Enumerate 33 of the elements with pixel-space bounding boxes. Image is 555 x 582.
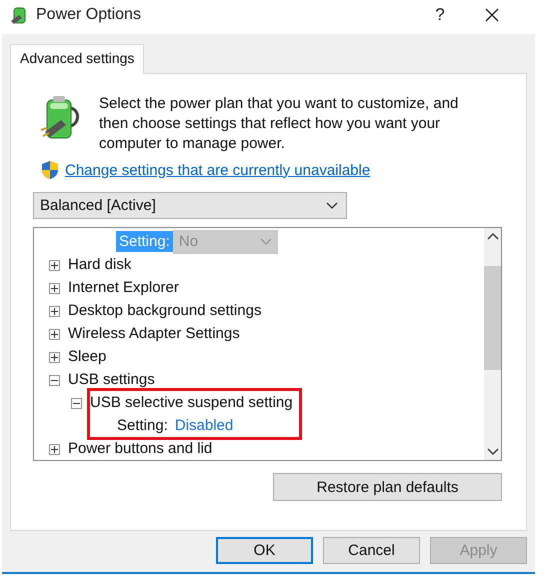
dialog-button[interactable]: Cancel (323, 537, 420, 564)
collapse-icon[interactable] (49, 375, 60, 386)
expand-icon[interactable] (49, 260, 60, 271)
dialog-button[interactable]: OK (216, 537, 313, 564)
expand-icon[interactable] (49, 306, 60, 317)
tree-item[interactable]: USB settings (68, 370, 302, 389)
tab[interactable]: Advanced settings (10, 44, 144, 74)
tree-item[interactable]: Power buttons and lid (68, 439, 212, 458)
plan-dropdown[interactable]: Balanced [Active] (33, 192, 347, 219)
tree-item[interactable]: Hard disk (68, 255, 132, 274)
chevron-down-icon (260, 238, 272, 246)
shield-icon (41, 160, 59, 180)
tree-item[interactable]: Desktop background settings (68, 301, 262, 320)
intro-text: Select the power plan that you want to customize, and then choose settings that reflect how you want your computer to manage power. (99, 94, 460, 154)
setting-label: Setting: (116, 231, 173, 252)
window-title: Power Options (36, 6, 142, 24)
tree-item[interactable]: Wireless Adapter Settings (68, 324, 240, 343)
change-settings-link[interactable]: Change settings that are currently unavailable (65, 162, 370, 178)
tree-item[interactable]: Sleep (68, 347, 106, 366)
expand-icon[interactable] (49, 329, 60, 340)
setting-label: Setting: (116, 416, 169, 436)
tree-item[interactable]: USB selective suspend setting (90, 393, 293, 412)
restore-defaults-button[interactable]: Restore plan defaults (273, 473, 502, 501)
chevron-down-icon (326, 202, 338, 210)
expand-icon[interactable] (49, 444, 60, 455)
expand-icon[interactable] (49, 283, 60, 294)
collapse-icon[interactable] (71, 398, 82, 409)
scrollbar[interactable] (484, 228, 501, 460)
expand-icon[interactable] (49, 352, 60, 363)
tree-item[interactable]: Internet Explorer (68, 278, 179, 297)
setting-value-link[interactable]: Disabled (174, 417, 234, 434)
help-button[interactable]: ? (417, 0, 463, 30)
close-icon (485, 8, 499, 22)
